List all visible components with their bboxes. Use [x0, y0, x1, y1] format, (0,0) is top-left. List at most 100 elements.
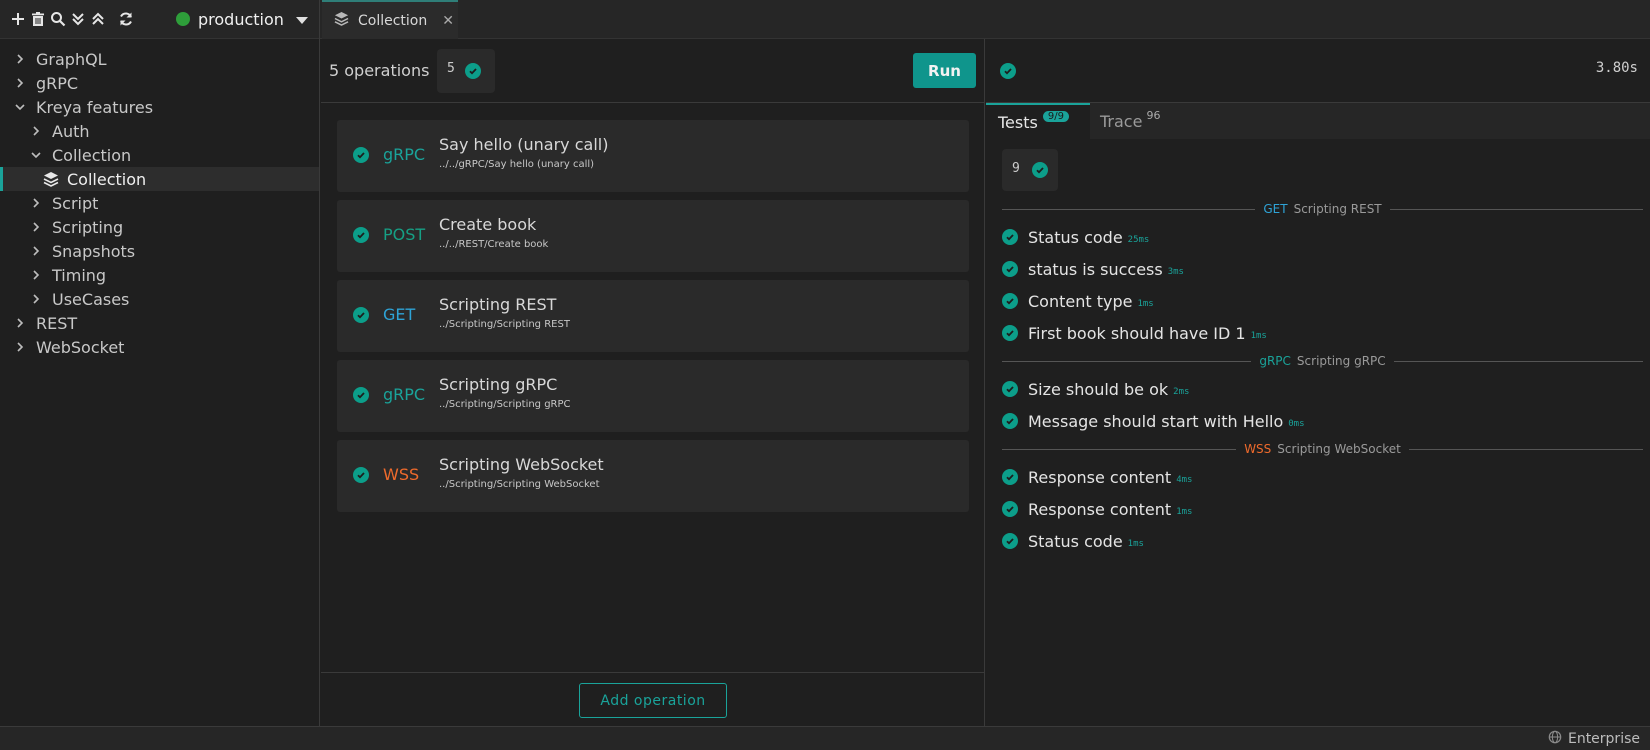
close-icon[interactable]: ✕ — [442, 13, 454, 29]
trash-icon[interactable] — [29, 10, 47, 28]
collection-panel: 5 operations 5 Run gRPC Say hello (unary… — [321, 39, 985, 726]
operation-method: GET — [383, 305, 416, 324]
sidebar-item-scripting[interactable]: Scripting — [0, 215, 319, 239]
chevron-right-icon — [12, 339, 28, 355]
chevron-down-icon — [28, 147, 44, 163]
test-name: status is success — [1028, 259, 1163, 279]
test-group-header: GET Scripting REST — [1002, 202, 1644, 216]
sidebar-item-websocket[interactable]: WebSocket — [0, 335, 319, 359]
tab-trace[interactable]: Trace 96 — [1090, 103, 1184, 139]
sidebar-item-rest[interactable]: REST — [0, 311, 319, 335]
sidebar-item-kreya-features[interactable]: Kreya features — [0, 95, 319, 119]
sidebar-item-script[interactable]: Script — [0, 191, 319, 215]
operation-card[interactable]: gRPC Say hello (unary call) ../../gRPC/S… — [337, 120, 969, 192]
collapse-all-icon[interactable] — [69, 10, 87, 28]
sidebar-item-timing[interactable]: Timing — [0, 263, 319, 287]
environment-label: production — [198, 9, 284, 29]
test-result-row: Size should be ok 2ms — [1002, 378, 1189, 400]
divider — [1389, 208, 1644, 210]
operation-card[interactable]: WSS Scripting WebSocket ../Scripting/Scr… — [337, 440, 969, 512]
tab-label: Tests — [998, 112, 1038, 132]
operation-card[interactable]: gRPC Scripting gRPC ../Scripting/Scripti… — [337, 360, 969, 432]
chevron-right-icon — [28, 219, 44, 235]
test-name: Status code — [1028, 227, 1123, 247]
check-circle-icon — [353, 147, 369, 163]
check-circle-icon — [353, 307, 369, 323]
sidebar-item-collection[interactable]: Collection — [0, 167, 319, 191]
operation-title: Scripting WebSocket — [439, 455, 604, 474]
divider — [1002, 208, 1256, 210]
tab-tests[interactable]: Tests 9/9 — [986, 103, 1090, 139]
check-circle-icon — [1002, 533, 1018, 549]
check-circle-icon — [353, 467, 369, 483]
sidebar-item-label: GraphQL — [36, 49, 107, 69]
operation-title: Say hello (unary call) — [439, 135, 609, 154]
layers-icon — [334, 11, 349, 30]
divider — [1393, 360, 1644, 362]
operation-method: WSS — [383, 465, 420, 484]
add-operation-button[interactable]: Add operation — [579, 683, 727, 718]
chevron-right-icon — [28, 195, 44, 211]
refresh-icon[interactable] — [117, 10, 135, 28]
operation-title: Scripting REST — [439, 295, 557, 314]
test-group-header: WSS Scripting WebSocket — [1002, 442, 1643, 456]
test-result-row: status is success 3ms — [1002, 258, 1184, 280]
operation-title: Scripting gRPC — [439, 375, 558, 394]
trace-count: 96 — [1146, 108, 1161, 122]
tab-label: Collection — [358, 12, 428, 29]
sidebar-item-grpc[interactable]: gRPC — [0, 71, 319, 95]
check-circle-icon — [1002, 413, 1018, 429]
chevron-right-icon — [28, 243, 44, 259]
chevron-right-icon — [12, 51, 28, 67]
test-group-header: gRPC Scripting gRPC — [1002, 354, 1644, 368]
status-bar: Enterprise — [0, 726, 1650, 750]
check-circle-icon — [1002, 501, 1018, 517]
operation-method: gRPC — [383, 145, 426, 164]
environment-selector[interactable]: production — [176, 8, 308, 30]
collection-header: 5 operations 5 Run — [321, 39, 985, 103]
operation-path: ../Scripting/Scripting REST — [439, 319, 570, 330]
sidebar-item-graphql[interactable]: GraphQL — [0, 47, 319, 71]
sidebar-item-snapshots[interactable]: Snapshots — [0, 239, 319, 263]
group-method: GET — [1263, 202, 1288, 216]
badge-count: 5 — [447, 60, 455, 76]
check-circle-icon — [1031, 162, 1048, 178]
sidebar-item-label: Collection — [52, 145, 132, 165]
test-name: Status code — [1028, 531, 1123, 551]
test-name: Size should be ok — [1028, 379, 1169, 399]
test-name: Content type — [1028, 291, 1133, 311]
layers-icon — [43, 171, 59, 187]
test-time: 1ms — [1127, 539, 1144, 549]
check-circle-icon — [1000, 63, 1016, 79]
sidebar-item-usecases[interactable]: UseCases — [0, 287, 319, 311]
test-name: Message should start with Hello — [1028, 411, 1284, 431]
sidebar-item-auth[interactable]: Auth — [0, 119, 319, 143]
badge-count: 9 — [1012, 160, 1020, 176]
operation-card[interactable]: GET Scripting REST ../Scripting/Scriptin… — [337, 280, 969, 352]
test-time: 1ms — [1176, 507, 1193, 517]
edition-indicator[interactable]: Enterprise — [1548, 730, 1640, 748]
divider — [1002, 360, 1252, 362]
tab-label: Trace — [1100, 111, 1143, 131]
operation-method: POST — [383, 225, 426, 244]
tab-collection[interactable]: Collection ✕ — [322, 0, 458, 39]
edition-label: Enterprise — [1567, 731, 1640, 747]
sidebar-item-label: REST — [36, 313, 78, 333]
chevron-right-icon — [28, 291, 44, 307]
run-button[interactable]: Run — [913, 53, 976, 88]
test-time: 0ms — [1288, 419, 1305, 429]
group-name: Scripting gRPC — [1296, 354, 1386, 368]
sidebar-item-collection-folder[interactable]: Collection — [0, 143, 319, 167]
divider — [1002, 448, 1237, 450]
search-icon[interactable] — [49, 10, 67, 28]
plus-icon[interactable] — [9, 10, 27, 28]
operation-method: gRPC — [383, 385, 426, 404]
environment-status-icon — [176, 12, 190, 26]
expand-all-icon[interactable] — [89, 10, 107, 28]
operation-path: ../Scripting/Scripting WebSocket — [439, 479, 600, 490]
chevron-right-icon — [12, 75, 28, 91]
operation-card[interactable]: POST Create book ../../REST/Create book — [337, 200, 969, 272]
results-tabs: Tests 9/9 Trace 96 — [986, 103, 1650, 139]
check-circle-icon — [353, 387, 369, 403]
check-circle-icon — [1002, 229, 1018, 245]
